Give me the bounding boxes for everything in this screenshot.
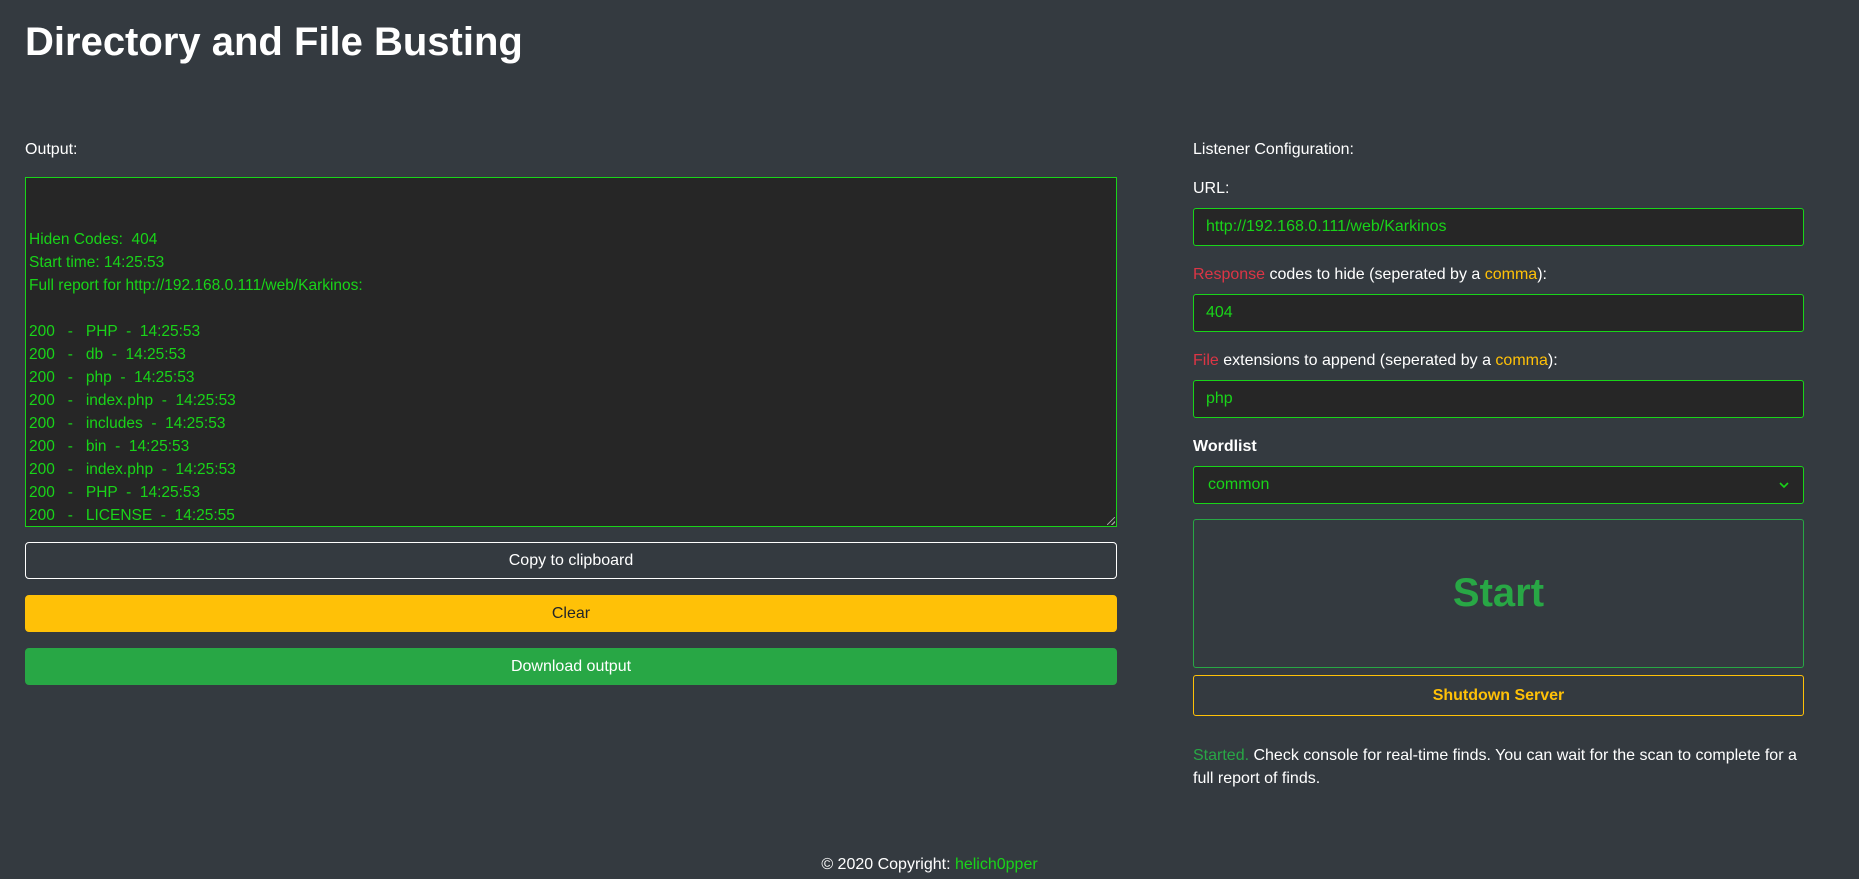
extensions-input[interactable]: php: [1193, 380, 1804, 418]
extensions-label: File extensions to append (seperated by …: [1193, 351, 1804, 371]
codes-label-comma: comma: [1484, 266, 1538, 283]
url-input-value: http://192.168.0.111/web/Karkinos: [1206, 218, 1447, 235]
shutdown-server-button[interactable]: Shutdown Server: [1193, 675, 1804, 716]
status-text: Check console for real-time finds. You c…: [1193, 747, 1797, 787]
status-message: Started. Check console for real-time fin…: [1193, 744, 1804, 790]
footer-copyright: © 2020 Copyright:: [821, 856, 955, 873]
codes-label-highlight: Response: [1193, 266, 1266, 283]
hide-codes-input[interactable]: 404: [1193, 294, 1804, 332]
resize-grip-icon[interactable]: [1107, 517, 1115, 525]
copy-to-clipboard-button[interactable]: Copy to clipboard: [25, 542, 1117, 579]
output-line: 200 - PHP - 14:25:53: [29, 484, 201, 501]
output-line: 200 - index.php - 14:25:53: [29, 392, 236, 409]
clear-button[interactable]: Clear: [25, 595, 1117, 632]
output-panel: Output: Hiden Codes: 404 Start time: 14:2…: [25, 140, 1117, 685]
hide-codes-value: 404: [1206, 304, 1233, 321]
wordlist-selected-value: common: [1208, 476, 1270, 493]
output-textarea[interactable]: Hiden Codes: 404 Start time: 14:25:53 Full…: [25, 177, 1117, 527]
url-input[interactable]: http://192.168.0.111/web/Karkinos: [1193, 208, 1804, 246]
output-line: 200 - includes - 14:25:53: [29, 415, 226, 432]
download-output-button[interactable]: Download output: [25, 648, 1117, 685]
codes-label-end: ):: [1537, 266, 1547, 283]
wordlist-label: Wordlist: [1193, 438, 1257, 455]
extensions-label-end: ):: [1547, 352, 1558, 369]
start-button[interactable]: Start: [1193, 519, 1804, 668]
output-line: Hiden Codes: 404: [29, 231, 158, 248]
extensions-label-text: extensions to append (seperated by a: [1218, 352, 1496, 369]
footer-author-link[interactable]: helich0pper: [955, 856, 1038, 873]
output-line: Start time: 14:25:53: [29, 254, 165, 271]
config-heading: Listener Configuration:: [1193, 141, 1354, 158]
extensions-label-comma: comma: [1495, 352, 1548, 369]
output-label: Output:: [25, 141, 78, 158]
listener-config-panel: Listener Configuration: URL: http://192.…: [1193, 140, 1804, 790]
codes-label: Response codes to hide (seperated by a c…: [1193, 265, 1804, 285]
codes-label-text: codes to hide (seperated by a: [1265, 266, 1485, 283]
wordlist-select[interactable]: common: [1193, 466, 1804, 504]
output-line: 200 - db - 14:25:53: [29, 346, 186, 363]
output-line: 200 - PHP - 14:25:53: [29, 323, 201, 340]
status-prefix: Started.: [1193, 747, 1250, 764]
output-line: 200 - php - 14:25:53: [29, 369, 195, 386]
chevron-down-icon: [1779, 480, 1789, 490]
output-line: 200 - LICENSE - 14:25:55: [29, 507, 235, 524]
footer: © 2020 Copyright: helich0pper: [0, 856, 1859, 874]
extensions-label-highlight: File: [1193, 352, 1219, 369]
output-line: 200 - index.php - 14:25:53: [29, 461, 236, 478]
output-line: 200 - bin - 14:25:53: [29, 438, 190, 455]
output-line: Full report for http://192.168.0.111/web…: [29, 277, 363, 294]
page-title: Directory and File Busting: [25, 20, 523, 64]
extensions-value: php: [1206, 390, 1233, 407]
url-label: URL:: [1193, 180, 1230, 197]
